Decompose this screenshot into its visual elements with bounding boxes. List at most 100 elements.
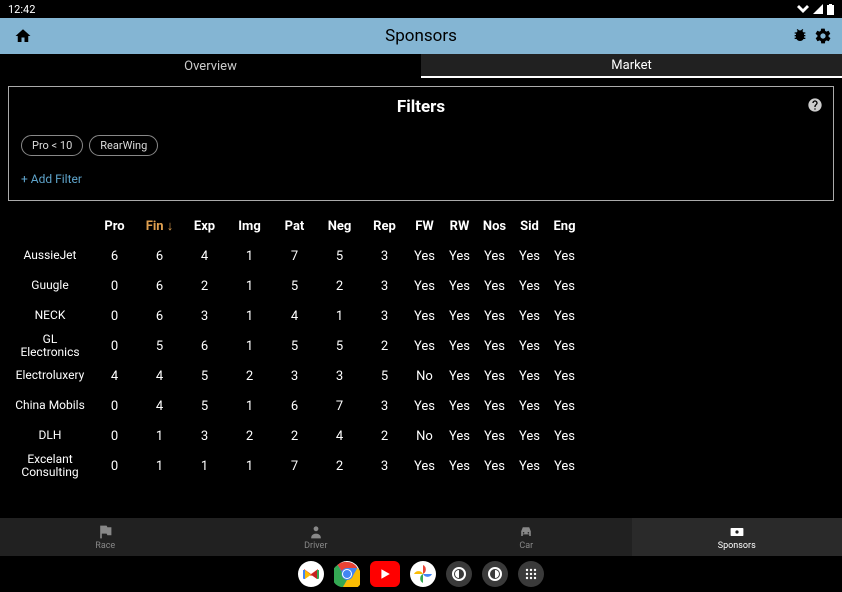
cell: Yes [442,339,477,354]
app-icon-2[interactable] [482,561,508,587]
table-row[interactable]: DLH0132242NoYesYesYesYes [8,421,834,451]
column-header-nos[interactable]: Nos [477,219,512,234]
filter-chip[interactable]: RearWing [89,135,158,156]
column-header-rep[interactable]: Rep [362,219,407,234]
cell: 1 [137,459,182,474]
cell: 0 [92,399,137,414]
column-header-img[interactable]: Img [227,219,272,234]
app-icon-1[interactable] [446,561,472,587]
filter-chips: Pro < 10 RearWing [21,135,821,156]
nav-driver[interactable]: Driver [211,518,422,556]
cell: 7 [317,399,362,414]
cell: 3 [362,279,407,294]
filter-chip[interactable]: Pro < 10 [21,135,83,156]
column-header-pro[interactable]: Pro [92,219,137,234]
cell: Yes [547,249,582,264]
cell: Yes [477,369,512,384]
cell: No [407,369,442,384]
column-header-exp[interactable]: Exp [182,219,227,234]
nav-car[interactable]: Car [421,518,632,556]
cell: 1 [227,399,272,414]
table-row[interactable]: Electroluxery4452335NoYesYesYesYes [8,361,834,391]
cell: Yes [547,279,582,294]
cell: Yes [547,309,582,324]
table-row[interactable]: GL Electronics0561552YesYesYesYesYes [8,331,834,361]
home-button[interactable] [14,27,32,45]
cell: 5 [317,249,362,264]
cell: 7 [272,249,317,264]
cell: 0 [92,339,137,354]
cell: 3 [182,429,227,444]
cell: 0 [92,429,137,444]
bug-button[interactable] [792,27,808,45]
add-filter-button[interactable]: + Add Filter [21,172,821,186]
status-bar: 12:42 [0,0,842,18]
sponsor-name: Electroluxery [8,369,92,382]
help-icon [807,97,823,113]
column-header-pat[interactable]: Pat [272,219,317,234]
home-icon [14,27,32,45]
tabs: OverviewMarket [0,54,842,78]
column-header-eng[interactable]: Eng [547,219,582,234]
photos-icon[interactable] [410,561,436,587]
sponsor-name: China Mobils [8,399,92,412]
cell: 4 [272,309,317,324]
column-header-neg[interactable]: Neg [317,219,362,234]
bottom-nav: RaceDriverCarSponsors [0,518,842,556]
cell: 3 [362,399,407,414]
settings-button[interactable] [814,27,832,45]
cell: 2 [182,279,227,294]
column-header-sid[interactable]: Sid [512,219,547,234]
cell: Yes [442,459,477,474]
cell: Yes [547,429,582,444]
cell: 5 [182,369,227,384]
cell: 2 [362,429,407,444]
cell: Yes [512,459,547,474]
cell: Yes [407,279,442,294]
gear-icon [814,27,832,45]
cell: 1 [137,429,182,444]
table-row[interactable]: AussieJet6641753YesYesYesYesYes [8,241,834,271]
gmail-icon[interactable] [298,561,324,587]
cell: Yes [547,399,582,414]
cell: 5 [272,279,317,294]
column-header-fw[interactable]: FW [407,219,442,234]
table-row[interactable]: NECK0631413YesYesYesYesYes [8,301,834,331]
filter-panel: Filters Pro < 10RearWing + Add Filter [8,86,834,201]
table-row[interactable]: Excelant Consulting0111723YesYesYesYesYe… [8,451,834,481]
cell: 7 [272,459,317,474]
cell: 2 [272,429,317,444]
cell: 6 [92,249,137,264]
nav-race[interactable]: Race [0,518,211,556]
cell: 2 [227,429,272,444]
help-button[interactable] [807,97,823,113]
tab-market[interactable]: Market [421,54,842,78]
cell: 0 [92,459,137,474]
cell: 4 [137,369,182,384]
tab-overview[interactable]: Overview [0,54,421,78]
cell: 5 [317,339,362,354]
cell: Yes [442,309,477,324]
cell: Yes [477,339,512,354]
cell: 2 [362,339,407,354]
cell: Yes [512,399,547,414]
column-header-fin[interactable]: Fin ↓ [137,218,182,234]
sponsor-name: Guugle [8,279,92,292]
table-row[interactable]: China Mobils0451673YesYesYesYesYes [8,391,834,421]
cell: 3 [182,309,227,324]
youtube-icon[interactable] [370,561,400,587]
system-tray [0,556,842,592]
column-header-rw[interactable]: RW [442,219,477,234]
status-time: 12:42 [8,3,35,16]
sponsor-name: Excelant Consulting [8,453,92,479]
flag-icon [97,524,113,540]
nav-sponsors[interactable]: Sponsors [632,518,842,556]
cell: 1 [227,459,272,474]
cell: 6 [137,309,182,324]
table-row[interactable]: Guugle0621523YesYesYesYesYes [8,271,834,301]
app-drawer-button[interactable] [518,561,544,587]
cell: 1 [227,309,272,324]
chrome-icon[interactable] [334,561,360,587]
cell: 5 [362,369,407,384]
wifi-icon [797,4,809,14]
